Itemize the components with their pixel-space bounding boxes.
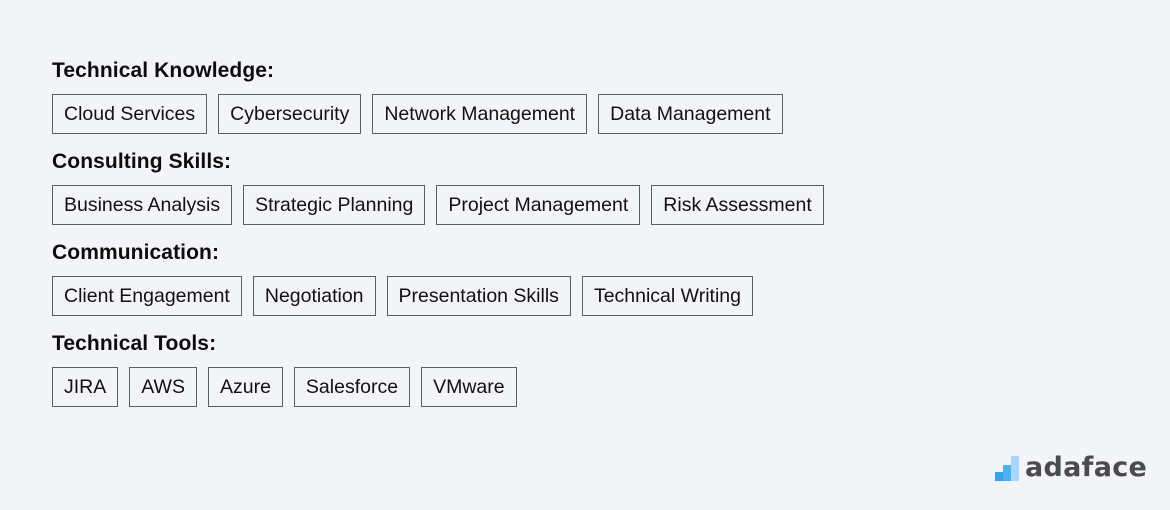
tag-list: Client Engagement Negotiation Presentati… (52, 276, 824, 316)
section-title: Communication: (52, 241, 220, 264)
section-title: Consulting Skills: (52, 150, 232, 173)
skill-tag: Client Engagement (52, 276, 242, 316)
section-technical-tools: Technical Tools: JIRA AWS Azure Salesfor… (52, 330, 824, 407)
skill-tag: Strategic Planning (243, 185, 426, 225)
adaface-logo: adaface (995, 454, 1147, 482)
section-title: Technical Knowledge: (52, 59, 275, 82)
logo-text: adaface (1025, 452, 1148, 483)
skill-tag: Business Analysis (52, 185, 233, 225)
skill-tag: Azure (207, 367, 283, 407)
skill-tag: Technical Writing (581, 276, 753, 316)
skill-tag: Negotiation (252, 276, 376, 316)
skill-tag: JIRA (52, 367, 119, 407)
section-communication: Communication: Client Engagement Negotia… (52, 239, 824, 316)
section-technical-knowledge: Technical Knowledge: Cloud Services Cybe… (52, 57, 824, 134)
tag-list: JIRA AWS Azure Salesforce VMware (52, 367, 824, 407)
section-consulting-skills: Consulting Skills: Business Analysis Str… (52, 148, 824, 225)
skill-tag: Network Management (372, 94, 588, 134)
skills-content: Technical Knowledge: Cloud Services Cybe… (52, 57, 824, 421)
skill-tag: Risk Assessment (651, 185, 824, 225)
bar-steps-icon (995, 455, 1019, 481)
skill-tag: Data Management (598, 94, 783, 134)
skill-tag: Presentation Skills (386, 276, 571, 316)
skill-tag: VMware (421, 367, 517, 407)
skill-tag: AWS (129, 367, 197, 407)
skill-tag: Salesforce (293, 367, 411, 407)
skill-tag: Project Management (436, 185, 641, 225)
skill-tag: Cloud Services (52, 94, 208, 134)
tag-list: Cloud Services Cybersecurity Network Man… (52, 94, 824, 134)
skill-tag: Cybersecurity (218, 94, 362, 134)
section-title: Technical Tools: (52, 332, 217, 355)
tag-list: Business Analysis Strategic Planning Pro… (52, 185, 824, 225)
